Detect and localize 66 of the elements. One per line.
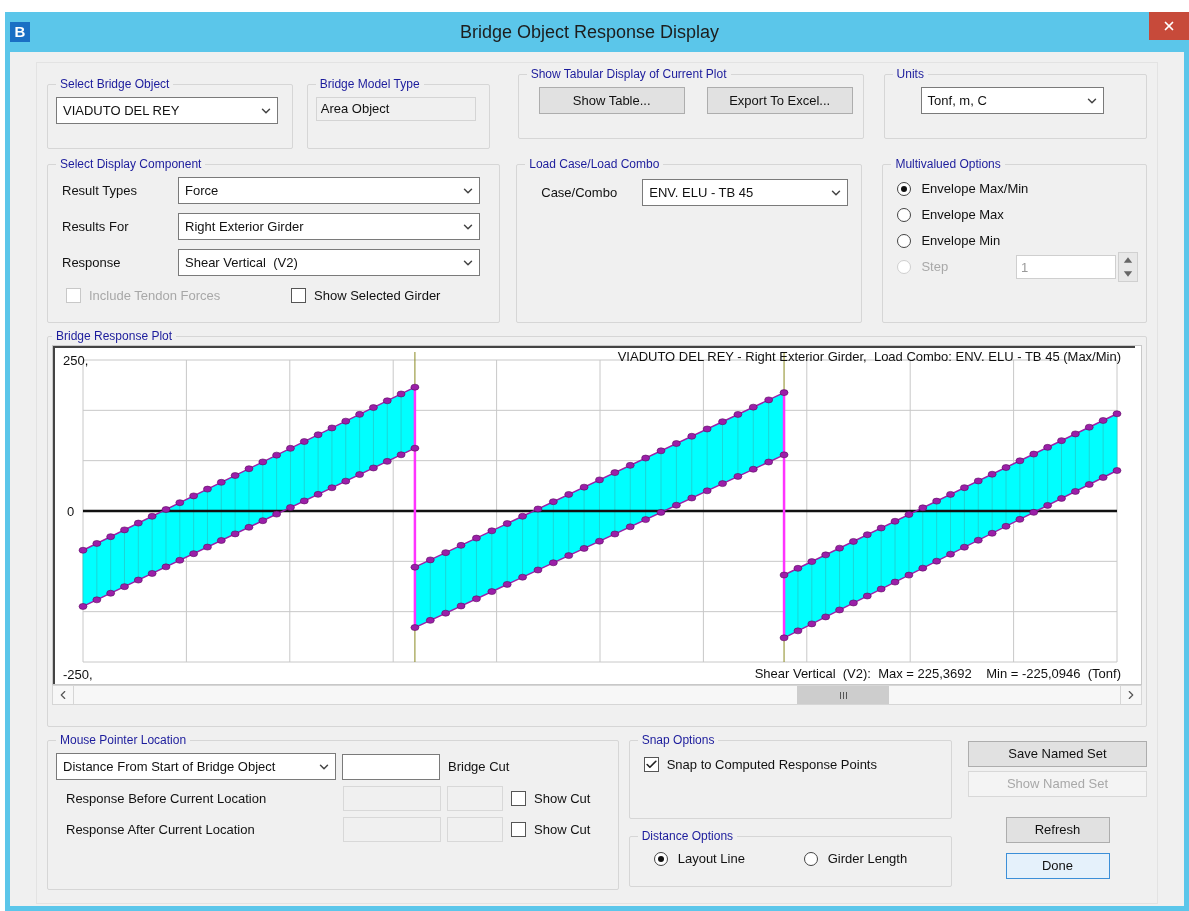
window-title: Bridge Object Response Display <box>458 20 721 44</box>
app-logo: B <box>10 22 30 42</box>
group-label: Show Tabular Display of Current Plot <box>529 66 728 83</box>
scroll-thumb[interactable] <box>797 686 889 704</box>
horizontal-scrollbar[interactable] <box>52 685 1142 705</box>
radio-label: Girder Length <box>827 850 908 868</box>
field-label: Results For <box>61 217 130 236</box>
group-label: Bridge Response Plot <box>55 328 174 345</box>
group-label: Units <box>895 66 925 83</box>
checkbox-label: Show Selected Girder <box>314 287 441 305</box>
radio-button[interactable] <box>653 851 668 866</box>
action-button[interactable]: Refresh <box>1005 817 1110 843</box>
radio-label: Envelope Max/Min <box>921 179 1030 198</box>
group-label: Select Display Component <box>59 156 203 173</box>
group-label: Distance Options <box>640 828 735 845</box>
readonly-field <box>447 786 503 811</box>
plot-summary: Shear Vertical (V2): Max = 225,3692 Min = -225,0946 (Tonf) <box>754 664 1121 683</box>
checkbox-label: Snap to Computed Response Points <box>666 756 877 774</box>
group-label: Load Case/Load Combo <box>528 156 661 173</box>
dropdown[interactable]: VIADUTO DEL REY <box>56 97 278 124</box>
readonly-field: Area Object <box>315 97 476 121</box>
group-label: Select Bridge Object <box>59 76 171 93</box>
checkbox[interactable] <box>511 822 526 837</box>
field-label: Result Types <box>61 181 138 200</box>
axis-tick-label: 250, <box>63 353 89 368</box>
location-field[interactable] <box>342 753 440 780</box>
radio-button[interactable] <box>897 233 912 248</box>
axis-tick-label: 0 <box>67 504 75 519</box>
readonly-field <box>447 817 503 842</box>
dropdown[interactable]: Force <box>178 177 480 204</box>
action-button[interactable]: Export To Excel... <box>706 87 853 114</box>
checkbox[interactable] <box>643 757 659 773</box>
checkbox-label: Show Cut <box>534 789 591 808</box>
plot-title: VIADUTO DEL REY - Right Exterior Girder, Load Combo: ENV. ELU - TB 45 (Max/Min) <box>617 348 1121 366</box>
group-label: Multivalued Options <box>894 156 1002 173</box>
radio-label: Envelope Min <box>921 231 1002 250</box>
radio-label: Layout Line <box>677 850 745 868</box>
radio-button[interactable] <box>897 207 912 222</box>
dropdown[interactable]: Tonf, m, C <box>920 87 1104 114</box>
group-label: Mouse Pointer Location <box>59 732 188 749</box>
field-label: Bridge Cut <box>448 757 510 776</box>
field-label: Response Before Current Location <box>65 789 268 808</box>
radio-button[interactable] <box>897 181 912 196</box>
radio-label: Step <box>921 257 950 276</box>
field-label: Response <box>61 253 122 272</box>
radio-label: Envelope Max <box>921 205 1005 224</box>
checkbox-label: Include Tendon Forces <box>89 287 221 305</box>
group-label: Bridge Model Type <box>318 76 421 93</box>
dropdown[interactable]: ENV. ELU - TB 45 <box>642 179 849 206</box>
axis-tick-label: -250, <box>63 667 93 682</box>
field-label: Response After Current Location <box>65 820 256 839</box>
close-icon <box>1162 19 1176 33</box>
dropdown[interactable]: Shear Vertical (V2) <box>178 249 480 276</box>
dropdown[interactable]: Distance From Start of Bridge Object <box>56 753 336 780</box>
action-button[interactable]: Save Named Set <box>968 741 1147 767</box>
spin-buttons[interactable] <box>1118 251 1138 282</box>
action-button[interactable]: Show Table... <box>538 87 685 114</box>
checkbox[interactable] <box>511 791 526 806</box>
radio-button[interactable] <box>803 851 818 866</box>
action-button[interactable]: Done <box>1005 853 1110 879</box>
checkbox[interactable] <box>291 288 306 304</box>
checkbox-label: Show Cut <box>534 820 591 839</box>
close-button[interactable] <box>1149 12 1189 40</box>
field-label: Case/Combo <box>540 183 619 202</box>
dropdown[interactable]: Right Exterior Girder <box>178 213 480 240</box>
group-label: Snap Options <box>640 732 716 749</box>
